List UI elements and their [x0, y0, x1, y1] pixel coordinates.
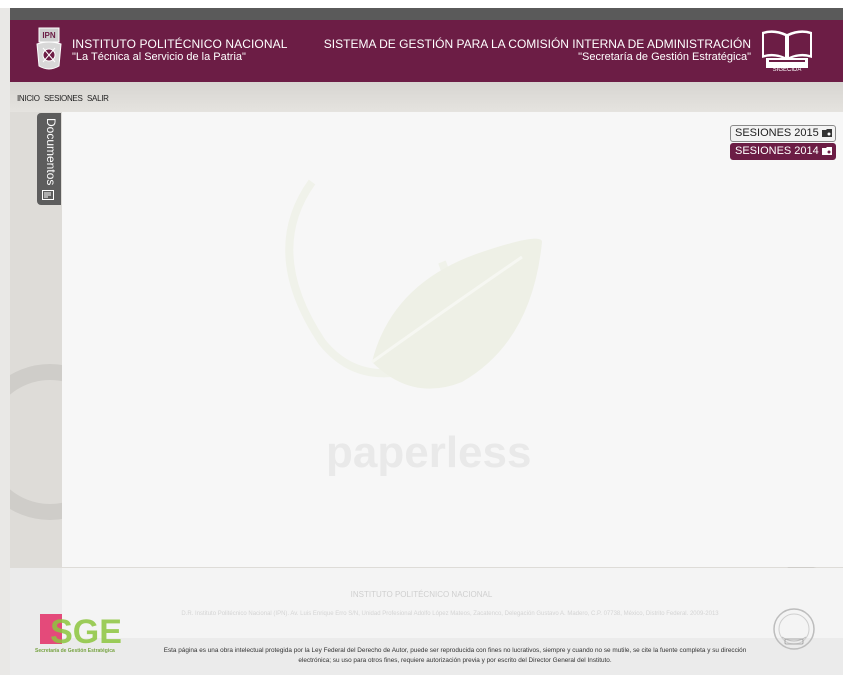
mexico-seal-icon — [773, 608, 815, 650]
sessions-2014-button[interactable]: SESIONES 2014 — [730, 143, 836, 160]
institution-motto: "La Técnica al Servicio de la Patria" — [72, 51, 246, 63]
nav-inicio-link[interactable]: INICIO — [17, 94, 40, 103]
institution-name: INSTITUTO POLITÉCNICO NACIONAL — [72, 37, 288, 51]
system-subtitle: "Secretaría de Gestión Estratégica" — [578, 51, 751, 63]
paperless-watermark: paperless — [326, 428, 532, 477]
footer-legal-text: Esta página es una obra intelectual prot… — [163, 647, 747, 664]
ipn-logo-icon: IPN — [36, 27, 62, 70]
leaf-watermark-icon — [285, 179, 542, 389]
nav-sesiones-link[interactable]: SESIONES — [44, 94, 83, 103]
sge-logo: SGE — [40, 613, 122, 646]
top-strip — [0, 0, 843, 8]
svg-text:IPN: IPN — [42, 31, 56, 40]
nav-salir-link[interactable]: SALIR — [87, 94, 109, 103]
footer-address: D.R. Instituto Politécnico Nacional (IPN… — [181, 611, 719, 617]
footer-institution: INSTITUTO POLITÉCNICO NACIONAL — [350, 590, 493, 599]
sigecida-label: SIGECIDA — [772, 67, 802, 73]
folder-icon — [821, 129, 832, 137]
top-bar — [10, 8, 843, 20]
main-content — [62, 112, 843, 567]
footer-overlay — [62, 568, 843, 638]
sessions-2015-label: SESIONES 2015 — [735, 127, 819, 139]
site-header: IPN INSTITUTO POLITÉCNICO NACIONAL "La T… — [10, 20, 843, 82]
sge-logo-text: SGE — [50, 613, 122, 646]
system-title: SISTEMA DE GESTIÓN PARA LA COMISIÓN INTE… — [323, 37, 751, 51]
documents-tab-label[interactable]: Documentos — [44, 118, 58, 185]
nav-bar — [10, 82, 843, 112]
document-icon[interactable] — [42, 190, 54, 200]
folder-icon — [821, 147, 832, 155]
sessions-2015-button[interactable]: SESIONES 2015 — [730, 125, 836, 142]
sessions-2014-label: SESIONES 2014 — [735, 145, 819, 157]
sge-caption: Secretaría de Gestión Estratégica — [35, 648, 115, 654]
